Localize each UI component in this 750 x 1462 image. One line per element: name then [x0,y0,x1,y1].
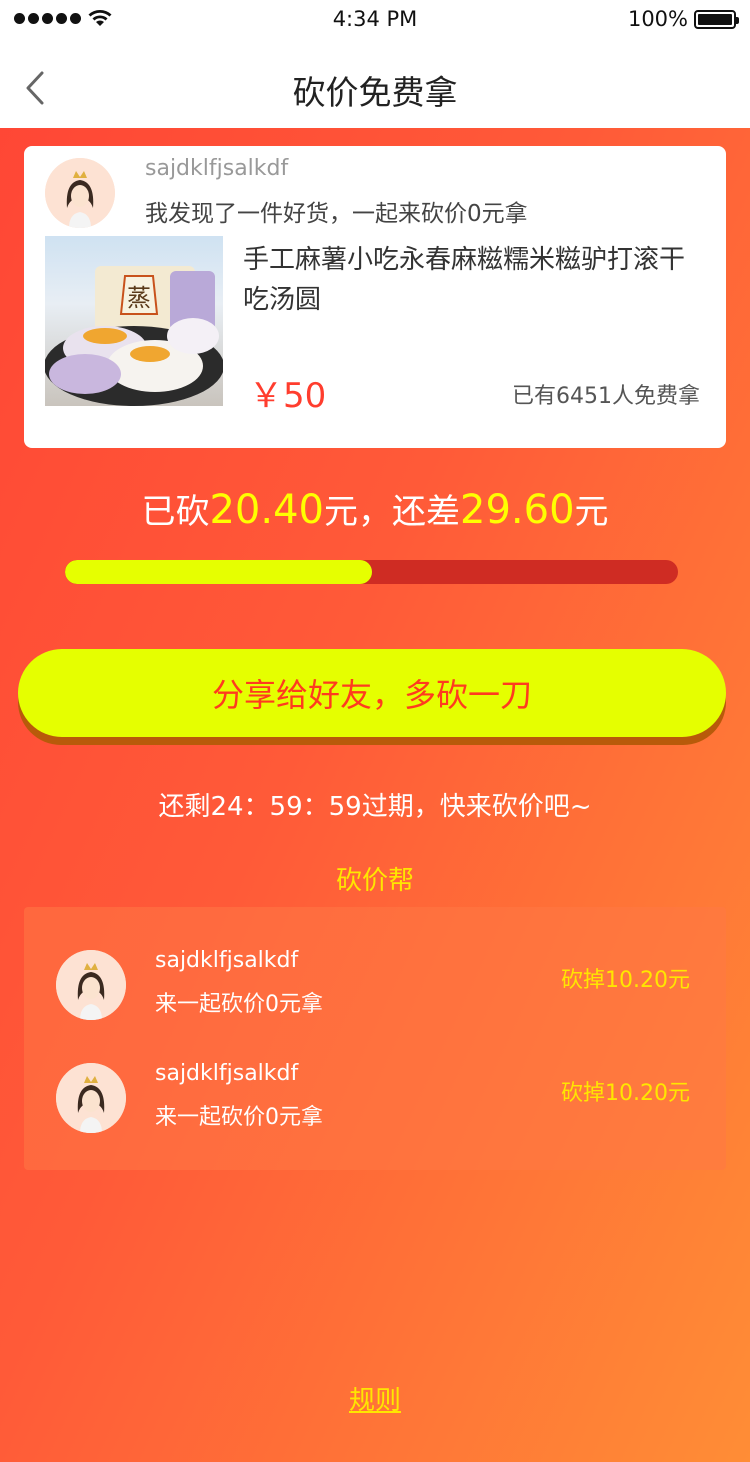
countdown-text: 还剩24：59：59过期，快来砍价吧~ [158,792,592,822]
avatar [56,950,126,1020]
bargain-progress-bar [65,560,678,584]
bargain-middle: 元，还差 [324,492,460,532]
bargain-prefix: 已砍 [141,492,210,532]
card-message: 我发现了一件好货，一起来砍价0元拿 [145,201,528,227]
helper-message: 来一起砍价0元拿 [155,1105,323,1130]
product-image[interactable]: 蒸 [45,236,223,406]
card-username: sajdklfjsalkdf [145,156,289,181]
remaining-amount: 29.60 [460,487,575,533]
helper-name: sajdklfjsalkdf [155,948,299,973]
bargain-progress-fill [65,560,372,584]
status-bar: 4:34 PM 100% [0,0,750,40]
cut-amount: 20.40 [209,487,324,533]
helper-amount: 砍掉10.20元 [561,1081,690,1106]
product-card[interactable]: sajdklfjsalkdf 我发现了一件好货，一起来砍价0元拿 蒸 手工麻薯小… [24,146,726,448]
helper-message: 来一起砍价0元拿 [155,992,323,1017]
bargain-suffix: 元 [574,492,609,532]
product-title[interactable]: 手工麻薯小吃永春麻糍糯米糍驴打滚干吃汤圆 [243,240,693,320]
page-title: 砍价免费拿 [292,73,458,112]
list-item: sajdklfjsalkdf 来一起砍价0元拿 砍掉10.20元 [24,1061,726,1163]
rules-link[interactable]: 规则 [0,1380,750,1417]
list-item: sajdklfjsalkdf 来一起砍价0元拿 砍掉10.20元 [24,948,726,1050]
helper-name: sajdklfjsalkdf [155,1061,299,1086]
avatar [45,158,115,228]
helpers-title: 砍价帮 [335,866,414,896]
helpers-list: sajdklfjsalkdf 来一起砍价0元拿 砍掉10.20元 sajdklf… [24,907,726,1170]
nav-bar: 砍价免费拿 [0,40,750,128]
product-image-label: 蒸 [127,284,151,312]
helper-amount: 砍掉10.20元 [561,968,690,993]
share-button[interactable]: 分享给好友，多砍一刀 [18,649,726,737]
status-bar-right: 100% [627,7,739,31]
product-price: ￥50 [249,376,327,416]
battery-percent: 100% [627,7,688,31]
claimed-count: 已有6451人免费拿 [512,384,700,409]
battery-icon [694,9,739,29]
bargain-status: 已砍20.40元，还差29.60元 [0,484,750,533]
avatar [56,1063,126,1133]
